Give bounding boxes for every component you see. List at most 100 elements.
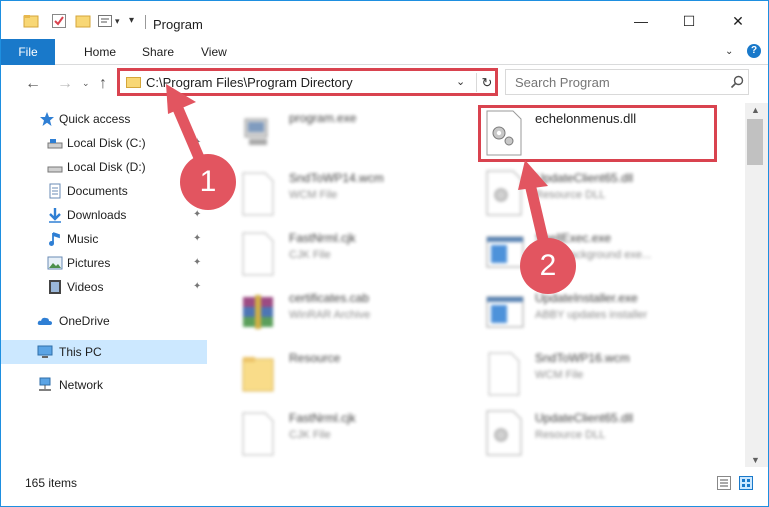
- pin-icon: ✦: [193, 233, 202, 244]
- sidebar-item-label: Pictures: [67, 256, 111, 270]
- file-item[interactable]: FastNrml.cjk CJK File: [239, 225, 489, 281]
- folder-icon[interactable]: [23, 13, 39, 29]
- file-description: Resource DLL: [535, 189, 606, 201]
- drive-icon: [47, 139, 63, 149]
- file-description: Resource DLL: [535, 429, 606, 441]
- file-item[interactable]: Resource: [239, 345, 489, 401]
- customize-toolbar-icon[interactable]: ▾: [129, 15, 139, 31]
- videos-icon: [49, 280, 61, 294]
- title-bar: ▾ ▾ Program — ☐ ✕: [1, 1, 768, 39]
- scroll-up-icon[interactable]: ▲: [751, 105, 760, 115]
- chevron-down-icon[interactable]: ▾: [115, 16, 125, 32]
- file-description: WinRAR Archive: [289, 309, 371, 321]
- file-name: UpdateClient65.dll: [535, 411, 634, 425]
- step-2-badge: 2: [520, 238, 576, 294]
- file-name: FastNrml.cjk: [289, 411, 356, 425]
- maximize-button[interactable]: ☐: [679, 13, 699, 29]
- window-title: Program: [153, 17, 203, 32]
- sidebar-item-pictures[interactable]: Pictures ✦: [1, 251, 207, 275]
- scrollbar-thumb[interactable]: [747, 119, 763, 165]
- dll-icon: [486, 170, 522, 216]
- file-item[interactable]: SndToWP14.wcm WCM File: [239, 165, 489, 221]
- rename-icon[interactable]: [97, 13, 113, 29]
- tab-file[interactable]: File: [1, 39, 55, 65]
- file-item[interactable]: SndToWP16.wcm WCM File: [485, 345, 735, 401]
- file-item[interactable]: certificates.cab WinRAR Archive: [239, 285, 489, 341]
- exe-icon: [244, 118, 268, 145]
- expand-ribbon-icon[interactable]: ⌄: [725, 46, 733, 57]
- file-name: program.exe: [289, 111, 357, 125]
- file-name: SndToWP14.wcm: [289, 171, 384, 185]
- file-description: WCM File: [289, 189, 338, 201]
- scroll-down-icon[interactable]: ▼: [751, 455, 760, 465]
- blank-file-icon: [488, 352, 520, 396]
- sidebar-item-label: Local Disk (D:): [67, 160, 146, 174]
- close-button[interactable]: ✕: [728, 13, 748, 29]
- star-icon: [40, 112, 54, 126]
- sidebar-item-videos[interactable]: Videos ✦: [1, 275, 207, 299]
- archive-icon: [243, 295, 273, 329]
- vertical-scrollbar[interactable]: ▲ ▼: [745, 103, 768, 467]
- address-highlight-box: [117, 68, 498, 96]
- forward-button[interactable]: →: [57, 75, 73, 93]
- file-name: FastNrml.cjk: [289, 231, 356, 245]
- sidebar-item-onedrive[interactable]: OneDrive: [1, 309, 207, 333]
- sidebar-item-quick-access[interactable]: Quick access: [1, 107, 207, 131]
- sidebar-item-label: Quick access: [59, 112, 131, 126]
- sidebar-item-label: Local Disk (C:): [67, 136, 146, 150]
- file-description: ABBY updates installer: [535, 309, 648, 321]
- recent-locations-button[interactable]: ⌄: [82, 78, 90, 89]
- file-item[interactable]: UpdateInstaller.exe ABBY updates install…: [485, 285, 735, 341]
- tiles-view-icon[interactable]: [739, 476, 753, 490]
- sidebar-item-network[interactable]: Network: [1, 373, 207, 397]
- file-name: certificates.cab: [289, 291, 370, 305]
- file-item[interactable]: UpdateClient65.dll Resource DLL: [485, 165, 735, 221]
- pin-icon: ✦: [193, 137, 202, 148]
- sidebar-item-label: Music: [67, 232, 99, 246]
- help-icon[interactable]: ?: [747, 44, 761, 58]
- sidebar-item-documents[interactable]: Documents ✦: [1, 179, 207, 203]
- new-folder-icon[interactable]: [75, 13, 91, 29]
- sidebar-item-this-pc[interactable]: This PC: [1, 340, 207, 364]
- step-1-badge: 1: [180, 154, 236, 210]
- tab-share[interactable]: Share: [142, 39, 174, 65]
- sidebar-item-music[interactable]: Music ✦: [1, 227, 207, 251]
- app-window-icon: [486, 296, 524, 328]
- app-window-icon: [486, 236, 524, 268]
- status-bar: 165 items: [1, 467, 768, 506]
- file-description: CJK File: [289, 249, 331, 261]
- file-item[interactable]: program.exe: [239, 105, 489, 161]
- sidebar-item-downloads[interactable]: Downloads ✦: [1, 203, 207, 227]
- file-item[interactable]: UpdateClient65.dll Resource DLL: [485, 405, 735, 461]
- search-box[interactable]: [505, 69, 749, 95]
- up-button[interactable]: ↑: [99, 75, 107, 93]
- sidebar-item-local-disk-c[interactable]: Local Disk (C:) ✦: [1, 131, 207, 155]
- sidebar-item-label: This PC: [59, 345, 102, 359]
- ribbon-tabs: File Home Share View ⌄ ?: [1, 39, 768, 65]
- pin-icon: ✦: [193, 209, 202, 220]
- navigation-pane: Quick access Local Disk (C:) ✦ Local Dis…: [1, 103, 209, 467]
- properties-check-icon[interactable]: [51, 13, 67, 29]
- sidebar-item-local-disk-d[interactable]: Local Disk (D:): [1, 155, 207, 179]
- file-highlight-box: [478, 105, 717, 162]
- pin-icon: ✦: [193, 257, 202, 268]
- sidebar-item-label: Videos: [67, 280, 104, 294]
- documents-icon: [49, 183, 61, 199]
- search-icon[interactable]: [730, 75, 744, 89]
- downloads-icon: [49, 208, 61, 223]
- file-item[interactable]: FastNrml.cjk CJK File: [239, 405, 489, 461]
- folder-icon: [242, 357, 274, 392]
- back-button[interactable]: ←: [25, 75, 41, 93]
- pin-icon: ✦: [193, 281, 202, 292]
- sidebar-item-label: Network: [59, 378, 104, 392]
- computer-icon: [37, 345, 53, 358]
- item-count: 165 items: [25, 476, 78, 490]
- tab-home[interactable]: Home: [84, 39, 116, 65]
- search-input[interactable]: [506, 70, 726, 94]
- minimize-button[interactable]: —: [631, 13, 651, 29]
- music-icon: [49, 232, 60, 246]
- tab-view[interactable]: View: [201, 39, 227, 65]
- blank-file-icon: [242, 172, 274, 216]
- details-view-icon[interactable]: [717, 476, 731, 490]
- sidebar-item-label: Downloads: [67, 208, 127, 222]
